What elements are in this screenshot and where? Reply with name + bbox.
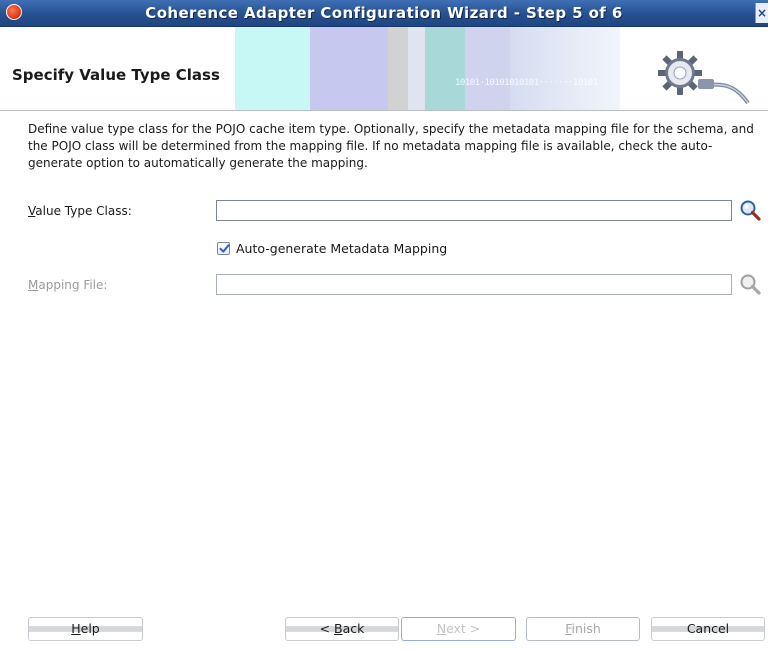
window-title: Coherence Adapter Configuration Wizard -… [145,4,623,22]
auto-generate-checkbox[interactable] [217,242,230,255]
wizard-header-banner: 10101·10101010101·······10101 Specify Va… [0,27,768,111]
button-mnemonic: N [436,621,447,636]
window-title-bar[interactable]: Coherence Adapter Configuration Wizard -… [0,0,768,27]
step-description: Define value type class for the POJO cac… [28,122,754,170]
banner-binary-decor: 10101·10101010101·······10101 [455,78,598,88]
banner-decor [510,27,620,110]
search-icon[interactable] [738,198,762,222]
label-text: alue Type Class: [35,204,132,218]
next-button[interactable]: Next > [401,617,516,641]
label-mnemonic: M [28,278,39,292]
button-mnemonic: H [71,621,81,636]
label-text: apping File: [38,278,108,292]
auto-generate-label: Auto-generate Metadata Mapping [236,241,448,256]
value-type-class-label: Value Type Class: [28,204,132,218]
button-label: elp [80,621,100,636]
checkmark-icon [219,244,230,253]
banner-decor [425,27,465,110]
page-title: Specify Value Type Class [12,66,220,84]
button-label-prefix: < [319,621,335,636]
banner-decor [310,27,388,110]
mapping-file-label: Mapping File: [28,278,107,292]
banner-decor [465,27,510,110]
button-mnemonic: B [334,621,343,636]
back-button[interactable]: < Back [285,617,399,641]
help-button[interactable]: Help [28,617,143,641]
mapping-file-input[interactable] [216,274,732,295]
gear-icon [658,51,750,105]
button-label: ext > [446,621,481,636]
value-type-class-input[interactable] [216,200,732,221]
search-icon[interactable] [738,272,762,296]
cancel-button[interactable]: Cancel [651,617,765,641]
finish-button[interactable]: Finish [526,617,640,641]
banner-decor [408,27,425,110]
banner-decor [235,27,310,110]
button-label: ack [342,621,365,636]
button-label: inish [571,621,601,636]
close-window-button[interactable]: × [755,3,768,23]
banner-decor [388,27,408,110]
